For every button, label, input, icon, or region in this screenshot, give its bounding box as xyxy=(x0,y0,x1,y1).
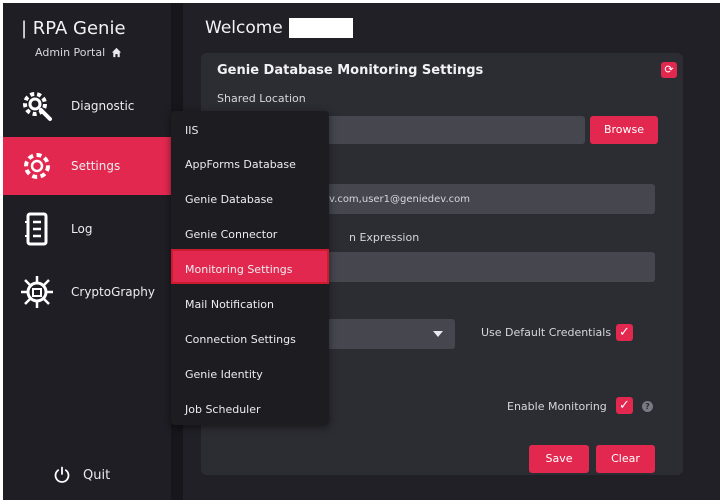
virus-chip-icon xyxy=(17,272,57,312)
shared-location-label: Shared Location xyxy=(217,92,306,105)
menu-item-monitoring-settings[interactable]: Monitoring Settings xyxy=(185,263,292,276)
redacted-username xyxy=(288,18,353,38)
menu-item-mail-notification[interactable]: Mail Notification xyxy=(185,298,274,311)
welcome-header: Welcome xyxy=(205,18,353,38)
settings-gear-icon xyxy=(17,146,57,186)
use-default-credentials-label: Use Default Credentials xyxy=(481,326,612,339)
sidebar-item-diagnostic[interactable]: Diagnostic xyxy=(3,77,171,135)
brand-title: | RPA Genie xyxy=(21,18,126,39)
sidebar-item-label: CryptoGraphy xyxy=(71,285,155,299)
sidebar-item-log[interactable]: Log xyxy=(3,200,171,258)
sidebar-item-label: Log xyxy=(71,222,93,236)
sidebar-item-cryptography[interactable]: CryptoGraphy xyxy=(3,263,171,321)
refresh-icon[interactable]: ⟳ xyxy=(661,62,677,78)
app-window: | RPA Genie Admin Portal Diagnostic Sett… xyxy=(3,3,720,500)
panel-title: Genie Database Monitoring Settings xyxy=(217,63,484,78)
menu-item-genie-database[interactable]: Genie Database xyxy=(185,193,273,206)
sidebar-item-label: Diagnostic xyxy=(71,99,135,113)
email-recipients-value: v.com,user1@geniedev.com xyxy=(329,193,470,205)
quit-button[interactable]: Quit xyxy=(53,466,110,484)
sidebar: | RPA Genie Admin Portal Diagnostic Sett… xyxy=(3,3,171,500)
help-icon[interactable]: ? xyxy=(642,401,653,412)
browse-button[interactable]: Browse xyxy=(590,116,658,144)
home-icon xyxy=(112,47,122,58)
quit-label: Quit xyxy=(83,467,111,483)
welcome-text: Welcome xyxy=(205,18,283,38)
admin-portal-label: Admin Portal xyxy=(35,46,106,59)
diagnostic-gear-icon xyxy=(17,86,57,126)
log-document-icon xyxy=(17,209,57,249)
menu-item-job-scheduler[interactable]: Job Scheduler xyxy=(185,403,261,416)
sidebar-item-label: Settings xyxy=(71,159,121,173)
sidebar-item-settings[interactable]: Settings xyxy=(3,137,171,195)
save-button[interactable]: Save xyxy=(529,445,589,473)
chevron-down-icon xyxy=(433,331,443,337)
clear-button[interactable]: Clear xyxy=(596,445,655,473)
power-icon xyxy=(54,466,70,483)
expression-label: n Expression xyxy=(349,231,420,244)
menu-item-connection-settings[interactable]: Connection Settings xyxy=(185,333,296,346)
enable-monitoring-checkbox[interactable]: ✓ xyxy=(616,397,633,414)
admin-portal[interactable]: Admin Portal xyxy=(35,46,122,59)
enable-monitoring-label: Enable Monitoring xyxy=(507,400,607,413)
menu-item-genie-identity[interactable]: Genie Identity xyxy=(185,368,263,381)
use-default-credentials-checkbox[interactable]: ✓ xyxy=(616,324,633,341)
menu-item-appforms-database[interactable]: AppForms Database xyxy=(185,158,296,171)
menu-item-genie-connector[interactable]: Genie Connector xyxy=(185,228,277,241)
settings-submenu: IIS AppForms Database Genie Database Gen… xyxy=(171,111,329,425)
menu-item-iis[interactable]: IIS xyxy=(185,124,198,137)
